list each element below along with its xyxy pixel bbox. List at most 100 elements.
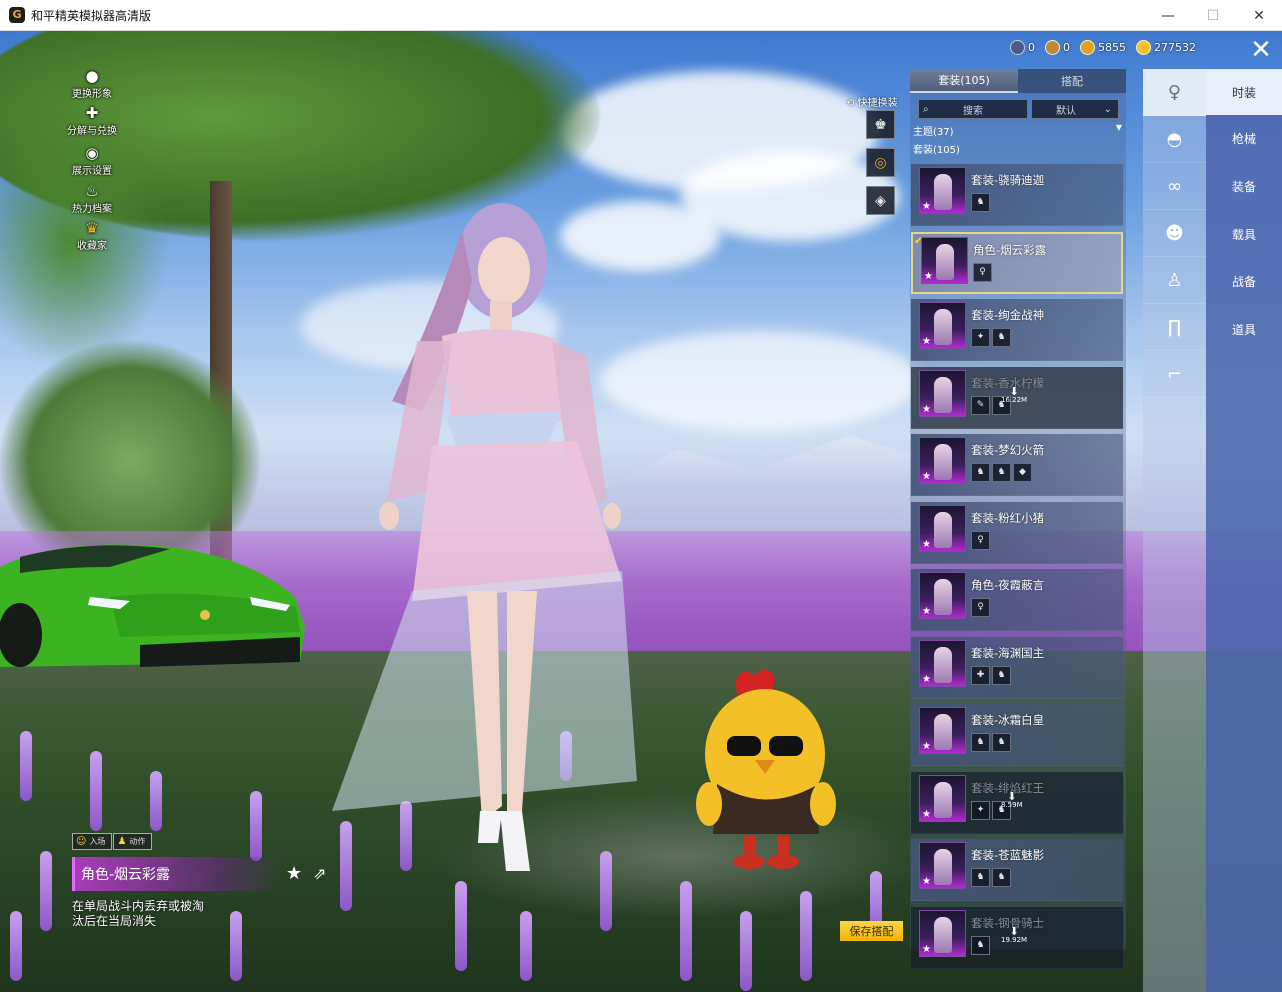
person-icon: ● [85, 67, 99, 85]
outfit-part-icon[interactable]: ◆ [1013, 463, 1032, 482]
share-icon[interactable]: ⇗ [313, 864, 326, 883]
currency-gem[interactable]: 0 [1010, 40, 1035, 55]
quick-gem-slot[interactable]: ◈ [866, 186, 895, 215]
cap-icon[interactable]: ◓ [1143, 116, 1206, 163]
outfit-list-item[interactable]: ✔ ★ 角色-烟云彩露 ♀ [911, 231, 1123, 294]
quick-change-label[interactable]: ⟲ 快捷换装 [846, 94, 898, 109]
outfit-part-icon[interactable]: ♞ [992, 328, 1011, 347]
close-icon[interactable]: ✕ [1247, 37, 1275, 64]
enter-emote-button[interactable]: ☺ 入场 [72, 833, 113, 850]
lavender-flower [740, 911, 752, 991]
outfit-thumbnail: ★ [919, 639, 966, 687]
maximize-button[interactable]: ☐ [1190, 0, 1236, 31]
badge-icon: ◎ [874, 154, 887, 171]
hanger-icon[interactable]: ♀ [1143, 69, 1206, 116]
mask-icon[interactable]: ☻ [1143, 210, 1206, 257]
green-sports-car [0, 544, 305, 667]
sort-select[interactable]: 默认 ⌄ [1031, 99, 1119, 119]
download-badge[interactable]: ⬇ 16.22M [1001, 386, 1028, 405]
quick-outfit-slot[interactable]: ♚ [866, 110, 895, 139]
outfit-part-icon[interactable]: ♞ [992, 665, 1011, 685]
outfit-part-icon[interactable]: ♞ [971, 868, 990, 887]
download-badge[interactable]: ⬇ 8.59M [1001, 791, 1023, 810]
close-window-button[interactable]: ✕ [1236, 0, 1282, 31]
outfit-part-icon[interactable]: ✦ [971, 800, 990, 820]
download-badge[interactable]: ⬇ 19.92M [1001, 926, 1027, 945]
outfit-icon[interactable]: ♙ [1143, 257, 1206, 304]
goggles-icon[interactable]: ∞ [1143, 163, 1206, 210]
outfit-name: 套装-粉红小猪 [971, 510, 1045, 525]
nav-guns[interactable]: 枪械 [1206, 115, 1282, 161]
character-model [332, 203, 637, 871]
tab-match[interactable]: 搭配 [1018, 69, 1126, 93]
outfit-list-item[interactable]: ★ 套装-海渊国主 ✚ ♞ [911, 636, 1123, 699]
outfit-list-item[interactable]: ★ 套装-冰霜白皇 ♞ ♞ [911, 704, 1123, 766]
currency-token[interactable]: 0 [1045, 40, 1070, 55]
action-emote-button[interactable]: ♟ 动作 [113, 833, 153, 850]
outfit-part-icon[interactable]: ♞ [971, 193, 990, 212]
star-icon: ★ [922, 673, 931, 685]
outfit-list-item[interactable]: ★ 套装-苍蓝魅影 ♞ ♞ [911, 839, 1123, 901]
minimize-button[interactable]: — [1145, 0, 1191, 31]
outfit-part-icon[interactable]: ♞ [971, 733, 990, 752]
display-settings-button[interactable]: ◉ 展示设置 [64, 144, 120, 177]
search-input[interactable]: ⌕ 搜索 [918, 99, 1028, 119]
smile-icon: ☺ [76, 836, 87, 847]
person-action-icon: ♟ [117, 836, 127, 847]
currency-coin[interactable]: 277532 [1136, 40, 1196, 55]
tab-sets[interactable]: 套装(105) [910, 69, 1018, 93]
outfit-part-icon[interactable]: ♞ [971, 463, 990, 482]
collector-button[interactable]: ♛ 收藏家 [64, 219, 120, 252]
outfit-list-item[interactable]: ★ 角色-夜霞蔽言 ♀ [911, 569, 1123, 631]
outfit-list-item[interactable]: ★ 套装-骁骑迪迦 ♞ [911, 164, 1123, 226]
nav-vehicles[interactable]: 载具 [1206, 211, 1282, 257]
app-icon: G [9, 7, 25, 23]
star-icon: ★ [922, 471, 931, 482]
outfit-list-item[interactable]: ★ 套装-钢骨骑士 ♞ ⬇ 19.92M [911, 906, 1123, 969]
outfit-part-icon[interactable]: ♞ [971, 935, 990, 955]
nav-fashion[interactable]: 时装 [1206, 69, 1282, 115]
outfit-name: 套装-梦幻火箭 [971, 443, 1045, 457]
decompose-exchange-button[interactable]: ✚ 分解与兑换 [64, 104, 120, 137]
save-outfit-button[interactable]: 保存搭配 [840, 921, 903, 941]
outfit-list-item[interactable]: ★ 套装-梦幻火箭 ♞ ♞ ◆ [911, 434, 1123, 496]
lavender-flower [10, 911, 22, 981]
outfit-name: 套装-海渊国主 [971, 645, 1045, 660]
outfit-part-icon[interactable]: ♀ [973, 262, 992, 282]
change-look-button[interactable]: ● 更换形象 [64, 67, 120, 100]
outfit-list-item[interactable]: ★ 套装-粉红小猪 ♀ [911, 501, 1123, 564]
nav-items[interactable]: 道具 [1206, 306, 1282, 352]
nav-equipment[interactable]: 装备 [1206, 163, 1282, 209]
outfit-part-icon[interactable]: ♞ [992, 733, 1011, 752]
heat-profile-button[interactable]: ♨ 热力档案 [64, 182, 120, 215]
download-size: 16.22M [1001, 395, 1028, 404]
pants-icon[interactable]: ∏ [1143, 304, 1206, 351]
outfit-part-icon[interactable]: ✚ [971, 665, 990, 685]
category-bar: ♀ ◓ ∞ ☻ ♙ ∏ ⌐ [1143, 69, 1206, 992]
star-icon: ★ [922, 808, 931, 820]
outfit-list-item[interactable]: ★ 套装-香水柠檬 ✎ ♞ ⬇ 16.22M [911, 366, 1123, 429]
coin-icon [1136, 40, 1151, 55]
star-icon: ★ [922, 538, 931, 550]
currency-coupon[interactable]: 5855 [1080, 40, 1126, 55]
sort-value: 默认 [1056, 105, 1076, 117]
outfit-part-icon[interactable]: ♞ [992, 463, 1011, 482]
outfit-parts: ♀ [971, 530, 990, 550]
outfit-thumbnail: ★ [919, 504, 966, 552]
outfit-part-icon[interactable]: ✦ [971, 328, 990, 347]
outfit-part-icon[interactable]: ♀ [971, 530, 990, 550]
outfit-part-icon[interactable]: ♞ [992, 868, 1011, 887]
outfit-list-item[interactable]: ★ 套装-绯焰红王 ✦ ♞ ⬇ 8.59M [911, 771, 1123, 834]
outfit-thumbnail: ★ [921, 236, 968, 284]
outfit-part-icon[interactable]: ✎ [971, 395, 990, 415]
quick-badge-slot[interactable]: ◎ [866, 148, 895, 177]
outfit-part-icon[interactable]: ♀ [971, 598, 990, 617]
outfit-name: 角色-夜霞蔽言 [971, 578, 1045, 592]
theme-filter[interactable]: 主题(37) ▼ [913, 123, 1122, 138]
shoes-icon[interactable]: ⌐ [1143, 351, 1206, 398]
favorite-star-icon[interactable]: ★ [286, 863, 302, 884]
nav-battle-gear[interactable]: 战备 [1206, 258, 1282, 304]
lavender-flower [90, 751, 102, 831]
outfit-name: 套装-苍蓝魅影 [971, 848, 1045, 862]
outfit-list-item[interactable]: ★ 套装-绚金战神 ✦ ♞ [911, 299, 1123, 361]
